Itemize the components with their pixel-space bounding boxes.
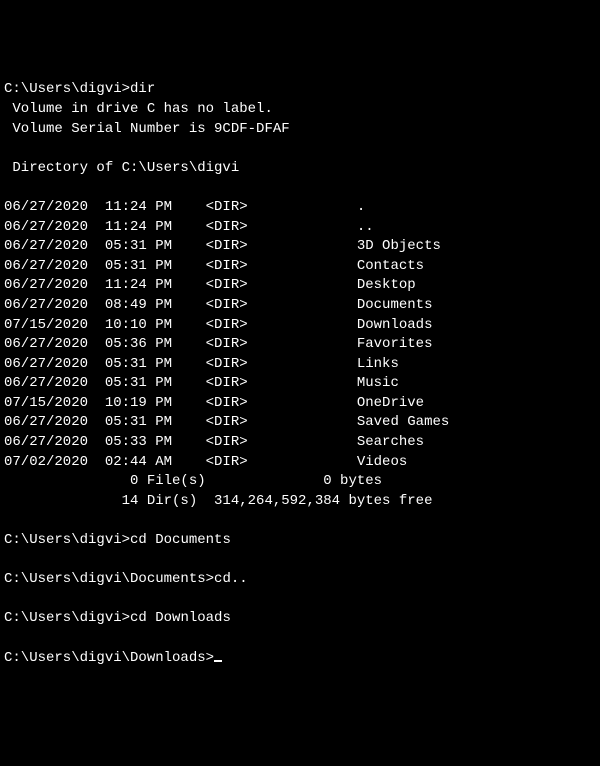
directory-entry: 06/27/2020 05:31 PM <DIR> 3D Objects xyxy=(4,237,596,257)
cursor-icon xyxy=(214,660,222,662)
directory-entry: 06/27/2020 11:24 PM <DIR> . xyxy=(4,198,596,218)
directory-listing: 06/27/2020 11:24 PM <DIR> .06/27/2020 11… xyxy=(4,198,596,472)
directory-entry: 06/27/2020 05:31 PM <DIR> Links xyxy=(4,355,596,375)
directory-entry: 06/27/2020 08:49 PM <DIR> Documents xyxy=(4,296,596,316)
command: cd Documents xyxy=(130,532,231,548)
directory-entry: 06/27/2020 05:31 PM <DIR> Music xyxy=(4,374,596,394)
directory-entry: 06/27/2020 05:31 PM <DIR> Contacts xyxy=(4,257,596,277)
directory-entry: 06/27/2020 11:24 PM <DIR> .. xyxy=(4,218,596,238)
directory-header: Directory of C:\Users\digvi xyxy=(4,159,596,179)
directory-entry: 07/15/2020 10:10 PM <DIR> Downloads xyxy=(4,316,596,336)
directory-entry: 07/02/2020 02:44 AM <DIR> Videos xyxy=(4,453,596,473)
blank-line xyxy=(4,590,596,610)
directory-entry: 06/27/2020 05:33 PM <DIR> Searches xyxy=(4,433,596,453)
blank-line xyxy=(4,511,596,531)
blank-line xyxy=(4,178,596,198)
directory-entry: 06/27/2020 05:36 PM <DIR> Favorites xyxy=(4,335,596,355)
directory-entry: 06/27/2020 05:31 PM <DIR> Saved Games xyxy=(4,413,596,433)
prompt: C:\Users\digvi> xyxy=(4,532,130,548)
command: dir xyxy=(130,81,155,97)
prompt: C:\Users\digvi\Downloads> xyxy=(4,650,214,666)
terminal-output[interactable]: C:\Users\digvi>dir Volume in drive C has… xyxy=(4,80,596,668)
command: cd.. xyxy=(214,571,248,587)
command: cd Downloads xyxy=(130,610,231,626)
prompt: C:\Users\digvi> xyxy=(4,81,130,97)
blank-line xyxy=(4,139,596,159)
volume-info: Volume in drive C has no label. xyxy=(4,100,596,120)
prompt: C:\Users\digvi> xyxy=(4,610,130,626)
directory-entry: 06/27/2020 11:24 PM <DIR> Desktop xyxy=(4,276,596,296)
blank-line xyxy=(4,551,596,571)
prompt: C:\Users\digvi\Documents> xyxy=(4,571,214,587)
files-summary: 0 File(s) 0 bytes xyxy=(4,472,596,492)
serial-info: Volume Serial Number is 9CDF-DFAF xyxy=(4,120,596,140)
dirs-summary: 14 Dir(s) 314,264,592,384 bytes free xyxy=(4,492,596,512)
directory-entry: 07/15/2020 10:19 PM <DIR> OneDrive xyxy=(4,394,596,414)
blank-line xyxy=(4,629,596,649)
